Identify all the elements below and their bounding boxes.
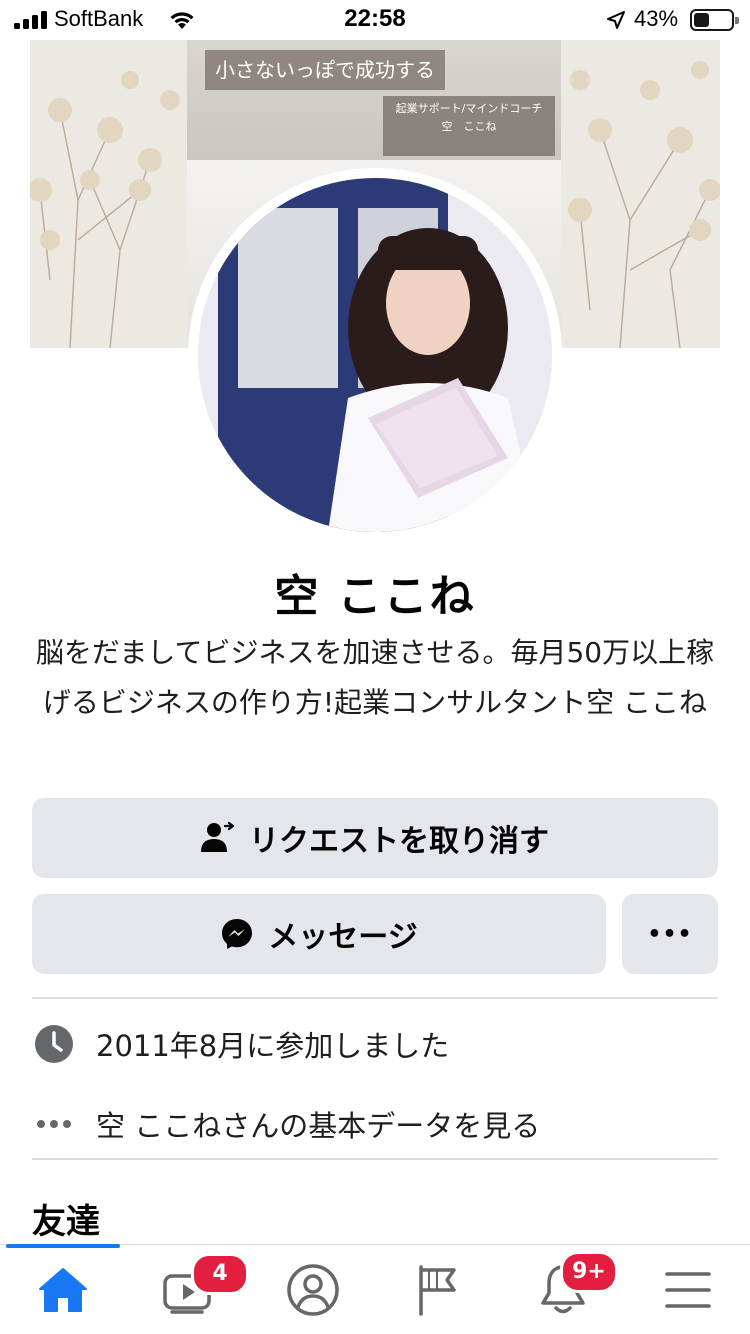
more-options-button[interactable]: ••• — [622, 894, 718, 974]
message-label: メッセージ — [268, 920, 418, 955]
clock-icon — [35, 1025, 73, 1063]
tab-profile[interactable] — [250, 1245, 375, 1334]
divider — [32, 997, 718, 999]
tab-home[interactable] — [0, 1245, 125, 1334]
more-dots-icon — [37, 1120, 71, 1128]
hamburger-menu-icon — [664, 1272, 711, 1308]
cover-subtitle: 起業サポート/マインドコーチ 空 ここね — [383, 96, 555, 156]
tab-menu[interactable] — [625, 1245, 750, 1334]
tab-watch[interactable]: 4 — [125, 1245, 250, 1334]
location-arrow-icon — [607, 11, 625, 29]
notifications-badge: 9+ — [560, 1251, 618, 1293]
cover-caption: 小さないっぽで成功する — [205, 50, 445, 90]
profile-bio: 脳をだましてビジネスを加速させる。毎月50万以上稼げるビジネスの作り方!起業コン… — [35, 636, 715, 719]
bottom-navigation-bar: 4 9+ — [0, 1244, 750, 1334]
tab-notifications[interactable]: 9+ — [500, 1245, 625, 1334]
joined-date-text: 2011年8月に参加しました — [96, 1029, 450, 1063]
active-tab-indicator — [6, 1244, 120, 1248]
more-dots-icon: ••• — [647, 921, 693, 947]
message-button[interactable]: メッセージ — [32, 894, 606, 974]
divider — [32, 1158, 718, 1160]
profile-icon — [286, 1264, 339, 1316]
see-about-info-link[interactable]: 空 ここねさんの基本データを見る — [96, 1103, 540, 1145]
battery-percent: 43% — [634, 6, 679, 31]
battery-fill — [694, 13, 709, 27]
tab-pages[interactable] — [375, 1245, 500, 1334]
friends-section-title: 友達 — [32, 1202, 100, 1242]
profile-name: 空 ここね — [274, 571, 476, 622]
watch-badge: 4 — [191, 1253, 249, 1295]
cancel-friend-request-button[interactable]: リクエストを取り消す — [32, 798, 718, 878]
flag-icon — [418, 1265, 456, 1316]
dried-flowers-decoration — [568, 61, 720, 348]
profile-photo-illustration — [198, 178, 552, 532]
status-bar: SoftBank 22:58 43% — [0, 0, 750, 40]
joined-date-row: 2011年8月に参加しました — [32, 1014, 449, 1074]
messenger-icon — [222, 919, 253, 949]
battery-icon — [690, 9, 739, 31]
person-request-icon — [201, 822, 235, 852]
home-icon — [38, 1268, 87, 1312]
profile-picture-frame[interactable] — [188, 168, 562, 542]
cancel-friend-request-label: リクエストを取り消す — [249, 824, 549, 859]
profile-picture[interactable] — [198, 178, 552, 532]
see-about-info-row[interactable]: 空 ここねさんの基本データを見る — [32, 1094, 540, 1154]
dried-flowers-decoration — [30, 71, 180, 348]
